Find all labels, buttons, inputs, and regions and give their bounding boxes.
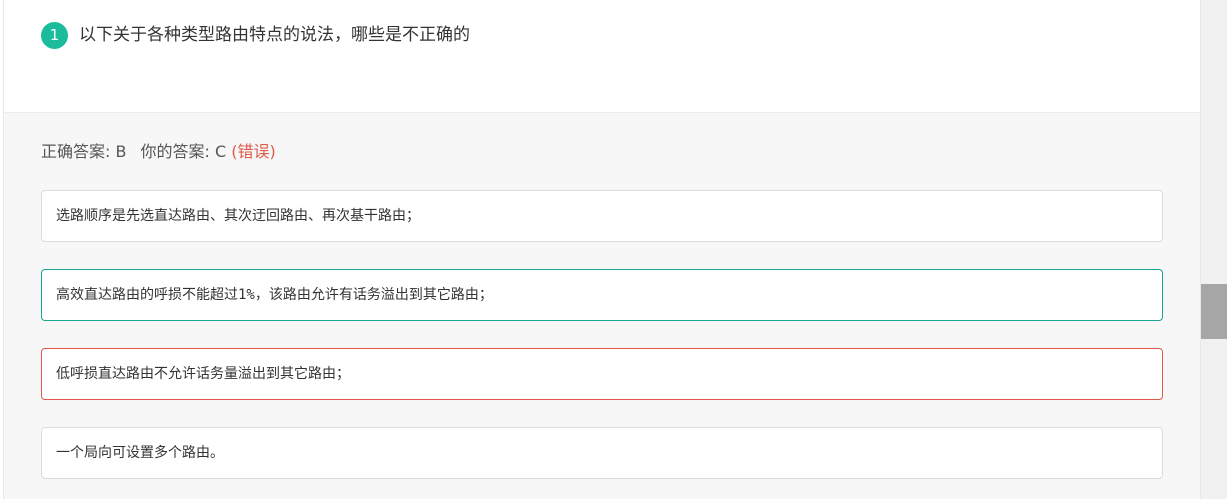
scrollbar-thumb[interactable] — [1201, 284, 1227, 339]
question-text: 以下关于各种类型路由特点的说法，哪些是不正确的 — [79, 25, 470, 45]
scrollbar-track[interactable] — [1201, 0, 1227, 499]
option-b-correct[interactable]: 高效直达路由的呼损不能超过1%，该路由允许有话务溢出到其它路由； — [41, 269, 1163, 321]
option-a[interactable]: 选路顺序是先选直达路由、其次迂回路由、再次基干路由； — [41, 190, 1163, 242]
question-header: 1 以下关于各种类型路由特点的说法，哪些是不正确的 — [4, 0, 1200, 113]
option-c-wrong[interactable]: 低呼损直达路由不允许话务量溢出到其它路由； — [41, 348, 1163, 400]
question-card: 1 以下关于各种类型路由特点的说法，哪些是不正确的 正确答案: B 你的答案: C… — [3, 0, 1201, 499]
your-answer-label: 你的答案: C — [140, 142, 227, 161]
correct-answer-label: 正确答案: B — [41, 142, 127, 161]
wrong-status-tag: (错误) — [231, 142, 276, 161]
result-line: 正确答案: B 你的答案: C (错误) — [41, 141, 276, 163]
question-number-badge: 1 — [41, 22, 68, 49]
answer-section: 正确答案: B 你的答案: C (错误) 选路顺序是先选直达路由、其次迂回路由、再… — [4, 113, 1200, 499]
option-d[interactable]: 一个局向可设置多个路由。 — [41, 427, 1163, 479]
